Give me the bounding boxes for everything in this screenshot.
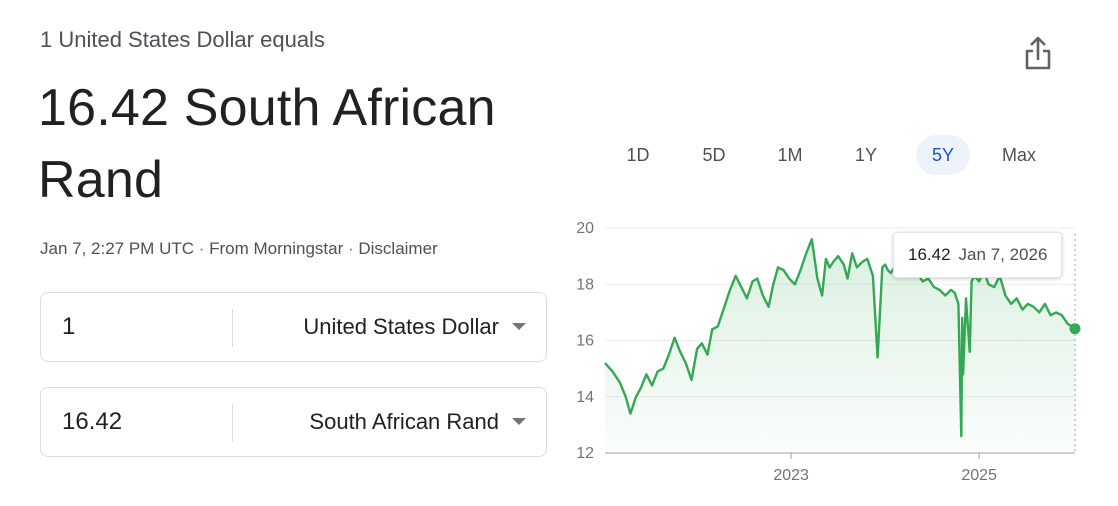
tab-1d[interactable]: 1D (616, 135, 660, 175)
conversion-result: 16.42 South African Rand (38, 79, 496, 209)
caret-down-icon (512, 418, 526, 425)
from-currency-row: United States Dollar (40, 292, 547, 362)
tooltip-value: 16.42 (908, 245, 951, 264)
y-tick-label: 20 (576, 220, 594, 237)
time-range-tabs: 1D 5D 1M 1Y 5Y Max (600, 135, 1070, 177)
meta-separator: · (343, 239, 359, 258)
timestamp: Jan 7, 2:27 PM UTC (40, 239, 195, 258)
tab-1m[interactable]: 1M (768, 135, 812, 175)
tab-5d[interactable]: 5D (692, 135, 736, 175)
to-currency-select[interactable]: South African Rand (233, 388, 547, 456)
tab-max[interactable]: Max (994, 135, 1044, 175)
caret-down-icon (512, 323, 526, 330)
x-tick-label: 2023 (773, 467, 809, 484)
tab-5y[interactable]: 5Y (916, 135, 970, 175)
y-tick-label: 18 (576, 276, 594, 293)
tooltip-date: Jan 7, 2026 (958, 245, 1048, 264)
y-tick-label: 16 (576, 333, 594, 350)
to-amount-input[interactable] (41, 388, 233, 456)
y-tick-label: 12 (576, 445, 594, 462)
quote-meta: Jan 7, 2:27 PM UTC · From Morningstar · … (40, 239, 438, 259)
share-button[interactable] (1019, 30, 1059, 74)
chart-tooltip: 16.42 Jan 7, 2026 (893, 232, 1063, 278)
y-tick-label: 14 (576, 389, 594, 406)
to-currency-label: South African Rand (309, 409, 499, 434)
current-point (1069, 323, 1081, 335)
source-link[interactable]: From Morningstar (209, 239, 343, 258)
x-tick-label: 2025 (961, 467, 997, 484)
tab-1y[interactable]: 1Y (844, 135, 888, 175)
disclaimer-link[interactable]: Disclaimer (358, 239, 437, 258)
from-currency-select[interactable]: United States Dollar (233, 293, 547, 361)
from-currency-label: United States Dollar (303, 314, 499, 339)
conversion-intro: 1 United States Dollar equals (40, 27, 325, 52)
from-amount-input[interactable] (41, 293, 233, 361)
to-currency-row: South African Rand (40, 387, 547, 457)
meta-separator: · (194, 239, 210, 258)
share-icon (1025, 36, 1051, 70)
